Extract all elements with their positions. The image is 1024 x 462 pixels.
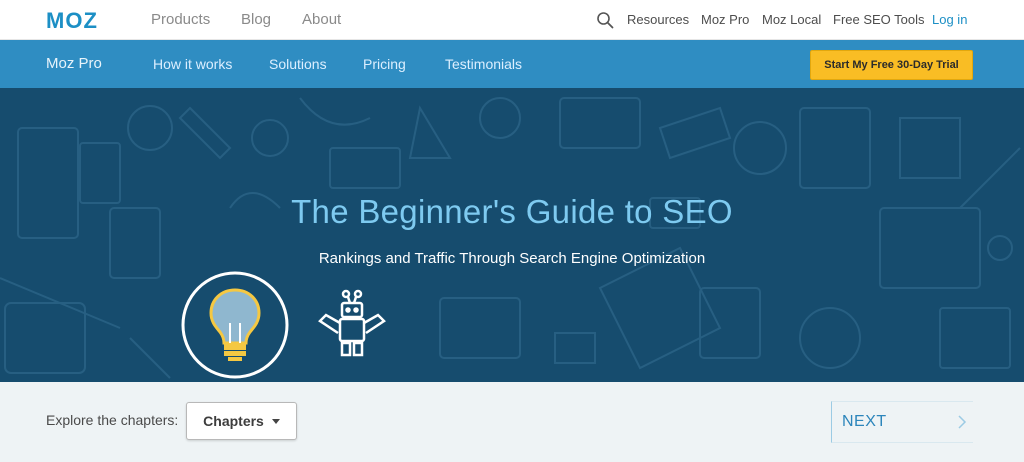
chevron-right-icon <box>958 415 967 429</box>
hero-doodle-pattern <box>0 97 1021 379</box>
page-subtitle: Rankings and Traffic Through Search Engi… <box>318 250 706 267</box>
chapters-dropdown-label: Chapters <box>203 413 264 429</box>
nav-link-about[interactable]: About <box>302 11 341 28</box>
nav-link-products[interactable]: Products <box>151 11 210 28</box>
start-trial-button[interactable]: Start My Free 30-Day Trial <box>810 50 973 80</box>
nav-link-blog[interactable]: Blog <box>241 11 271 28</box>
next-chapter-button[interactable]: NEXT <box>831 401 973 443</box>
subnav-link-pricing[interactable]: Pricing <box>363 56 406 72</box>
subnav-link-how-it-works[interactable]: How it works <box>153 56 232 72</box>
login-link[interactable]: Log in <box>932 12 967 27</box>
chapters-dropdown[interactable]: Chapters <box>186 402 297 440</box>
next-label: NEXT <box>842 413 887 430</box>
nav-link-moz-local[interactable]: Moz Local <box>762 12 821 27</box>
subnav-link-testimonials[interactable]: Testimonials <box>445 56 522 72</box>
page-title: The Beginner's Guide to SEO <box>291 193 733 230</box>
caret-down-icon <box>271 418 280 424</box>
explore-chapters-label: Explore the chapters: <box>46 412 179 428</box>
nav-link-resources[interactable]: Resources <box>627 12 689 27</box>
chapter-navigation-bar: Explore the chapters: Chapters NEXT <box>0 382 1024 462</box>
nav-link-moz-pro[interactable]: Moz Pro <box>701 12 749 27</box>
nav-link-free-seo-tools[interactable]: Free SEO Tools <box>833 12 925 27</box>
lightbulb-icon <box>181 271 289 379</box>
moz-logo[interactable]: MOZ <box>46 9 114 31</box>
subnav-brand[interactable]: Moz Pro <box>46 55 102 72</box>
top-navigation: MOZ Products Blog About Resources Moz Pr… <box>0 0 1024 40</box>
product-subnav: Moz Pro How it works Solutions Pricing T… <box>0 40 1024 88</box>
hero-banner: The Beginner's Guide to SEO Rankings and… <box>0 88 1024 382</box>
svg-text:MOZ: MOZ <box>46 9 98 31</box>
subnav-link-solutions[interactable]: Solutions <box>269 56 327 72</box>
robot-icon <box>318 289 386 357</box>
search-icon[interactable] <box>596 11 614 29</box>
